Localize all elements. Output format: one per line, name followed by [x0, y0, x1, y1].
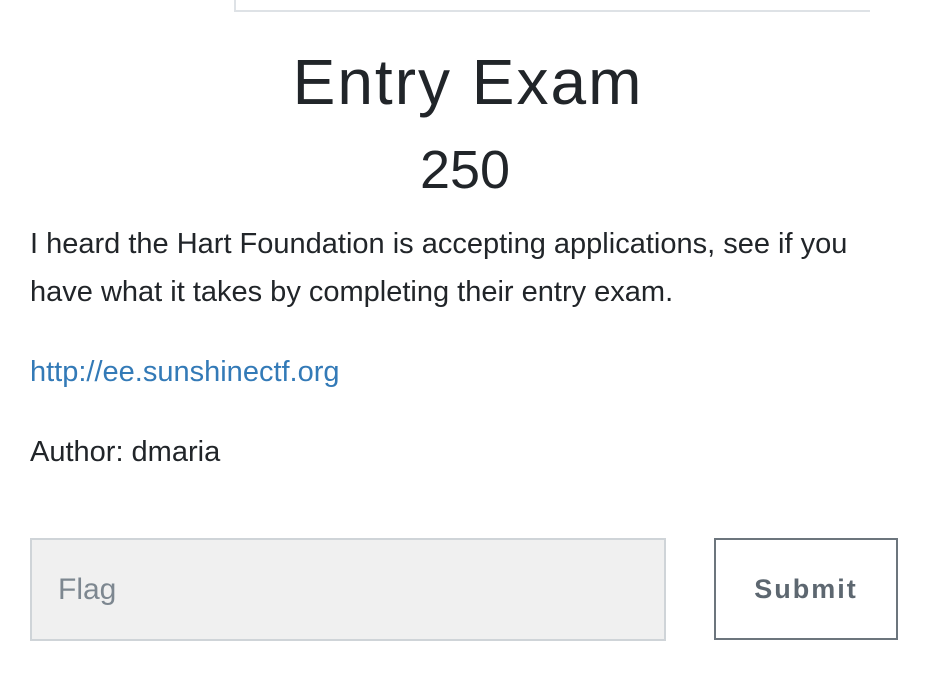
challenge-author: Author: dmaria	[30, 436, 221, 468]
challenge-description: I heard the Hart Foundation is accepting…	[30, 228, 848, 308]
flag-input[interactable]	[30, 538, 666, 641]
tab-strip-divider	[236, 10, 870, 12]
submit-button[interactable]: Submit	[714, 538, 898, 640]
tab-challenge[interactable]	[30, 0, 236, 12]
challenge-points: 250	[419, 140, 511, 200]
challenge-title: Entry Exam	[292, 46, 644, 118]
challenge-modal: Entry Exam 250 I heard the Hart Foundati…	[0, 0, 936, 684]
challenge-tabs	[30, 0, 870, 12]
challenge-link[interactable]: http://ee.sunshinectf.org	[30, 348, 340, 396]
